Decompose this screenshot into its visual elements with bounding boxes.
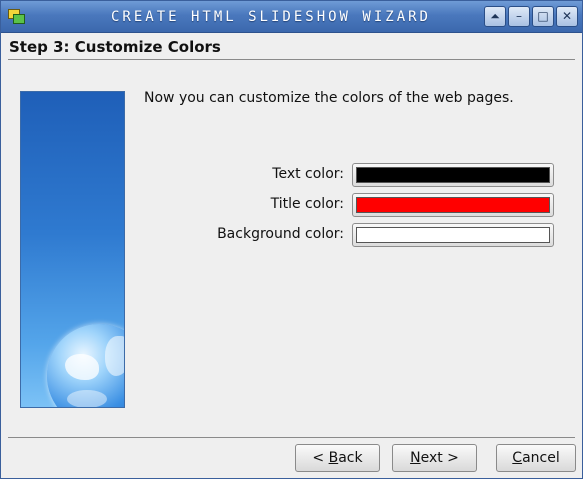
background-color-button[interactable] <box>352 223 554 247</box>
title-color-label: Title color: <box>270 196 344 212</box>
text-color-label: Text color: <box>272 166 344 182</box>
intro-text: Now you can customize the colors of the … <box>144 90 514 106</box>
title-bar[interactable]: CREATE HTML SLIDESHOW WIZARD ⏶ – □ ✕ <box>1 1 582 33</box>
next-button[interactable]: Next > <box>392 444 477 472</box>
background-color-label: Background color: <box>217 226 344 242</box>
title-color-swatch <box>356 197 550 213</box>
maximize-button[interactable]: □ <box>532 6 554 27</box>
side-banner-image <box>20 91 125 408</box>
window-title: CREATE HTML SLIDESHOW WIZARD <box>110 9 431 25</box>
minimize-button[interactable]: – <box>508 6 530 27</box>
footer-divider <box>8 437 575 438</box>
globe-icon <box>47 324 124 407</box>
text-color-button[interactable] <box>352 163 554 187</box>
title-color-button[interactable] <box>352 193 554 217</box>
close-button[interactable]: ✕ <box>556 6 578 27</box>
shade-button[interactable]: ⏶ <box>484 6 506 27</box>
background-color-swatch <box>356 227 550 243</box>
header-divider <box>8 59 575 60</box>
text-color-swatch <box>356 167 550 183</box>
back-button[interactable]: < Back <box>295 444 380 472</box>
wizard-window: CREATE HTML SLIDESHOW WIZARD ⏶ – □ ✕ Ste… <box>0 0 583 479</box>
step-title: Step 3: Customize Colors <box>9 38 221 56</box>
app-icon[interactable] <box>8 9 25 24</box>
cancel-button[interactable]: Cancel <box>496 444 576 472</box>
